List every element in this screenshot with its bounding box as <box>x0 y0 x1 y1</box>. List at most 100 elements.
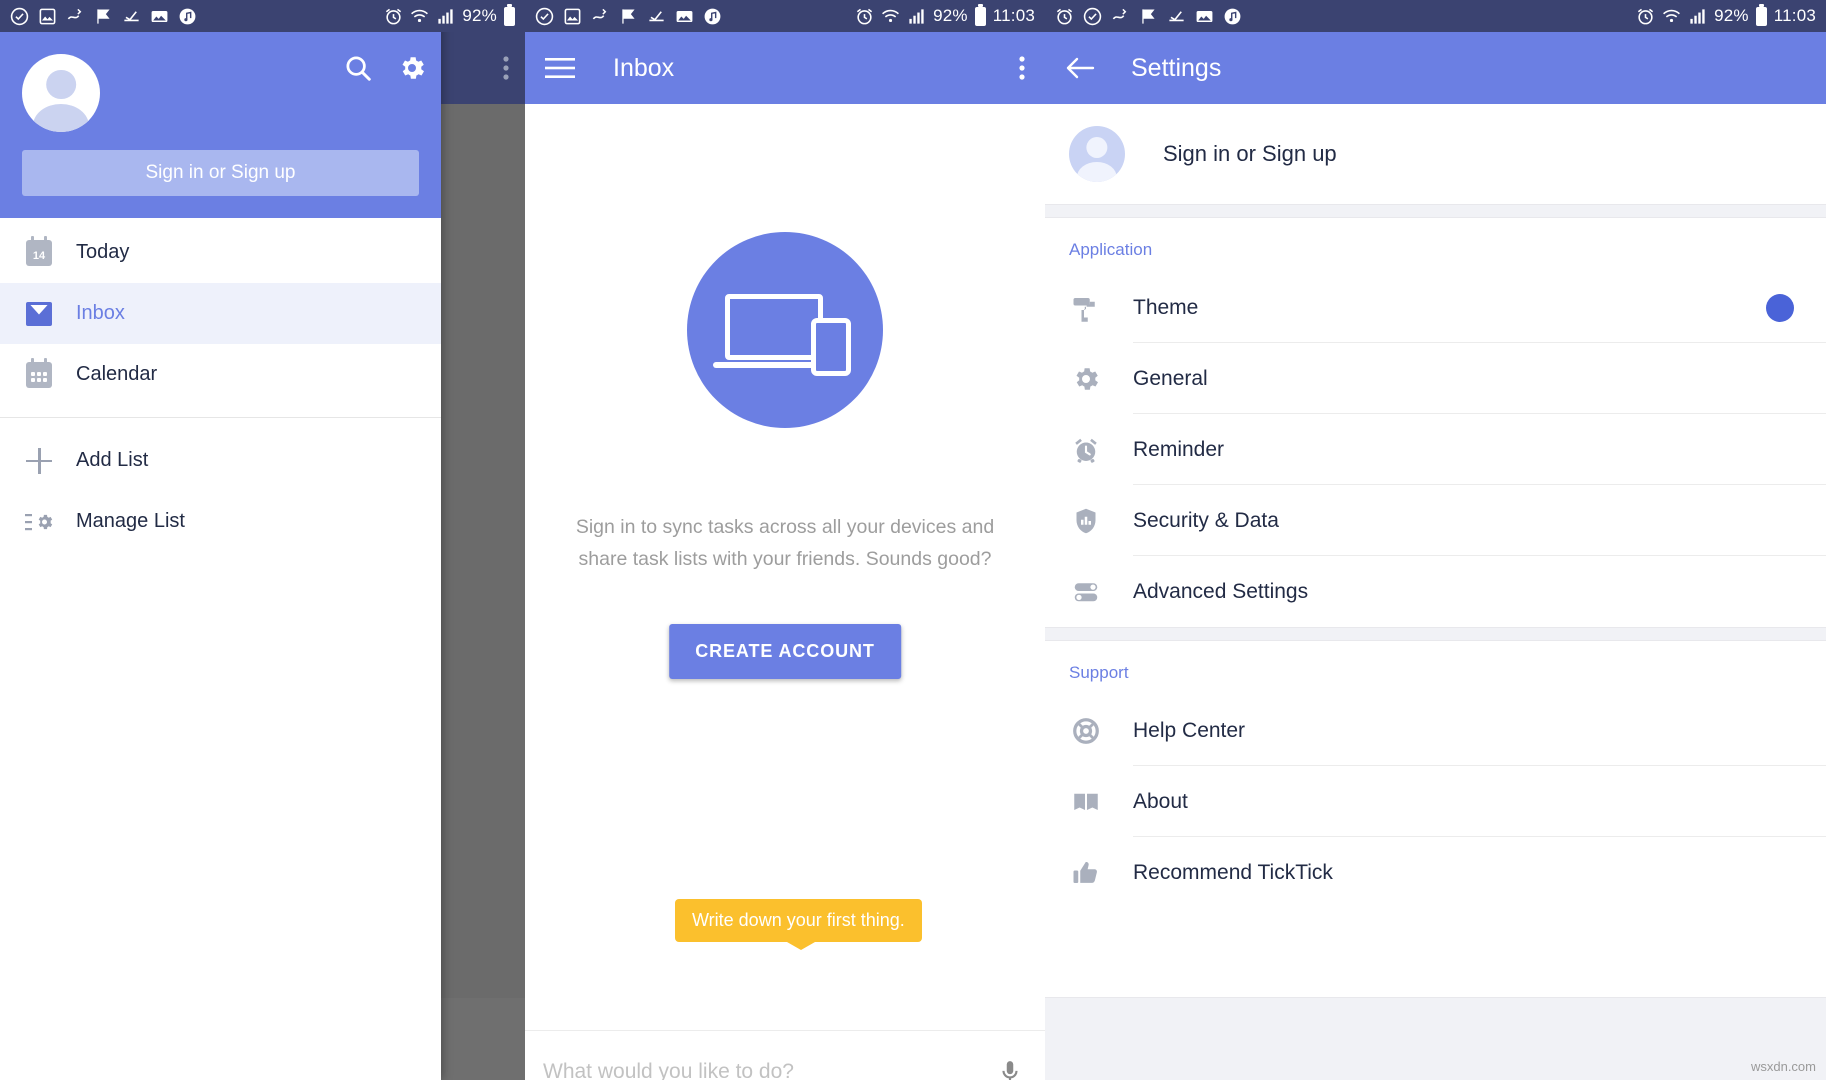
tick-circle-icon <box>535 7 554 25</box>
sidebar-item-label: Add List <box>76 449 149 471</box>
panel-settings: 92% 11:03 Settings Sign in or Sign up Ap… <box>1045 0 1826 1080</box>
status-bar-system-icons: 92% 11:03 <box>1636 3 1816 26</box>
panel-navigation-drawer: re task 92 <box>0 0 525 1080</box>
flag-icon <box>97 8 110 24</box>
sidebar-item-label: Inbox <box>76 302 125 324</box>
settings-item-help-center[interactable]: Help Center <box>1045 695 1826 766</box>
settings-item-label: Recommend TickTick <box>1133 860 1333 884</box>
toggles-icon <box>1069 575 1103 609</box>
settings-item-label: Theme <box>1133 295 1199 319</box>
section-title-application: Application <box>1069 240 1153 259</box>
avatar <box>1069 126 1125 182</box>
inbox-empty-state: Sign in to sync tasks across all your de… <box>525 104 1045 1080</box>
sidebar-item-manage-list[interactable]: Manage List <box>0 491 441 552</box>
book-icon <box>1069 785 1103 819</box>
calendar-icon <box>24 357 54 390</box>
settings-item-label: Security & Data <box>1133 508 1279 532</box>
three-panel-screenshot: re task 92 <box>0 0 1826 1080</box>
section-gap <box>1045 204 1826 218</box>
lifebuoy-icon <box>1069 714 1103 748</box>
devices-sync-icon <box>687 232 883 428</box>
sync-icon <box>592 8 607 19</box>
battery-percent: 92% <box>1714 6 1749 25</box>
status-bar-system-icons: 92% 11:03 <box>855 3 1035 26</box>
sidebar-item-label: Today <box>76 241 130 263</box>
gear-icon <box>402 57 424 79</box>
more-vert-icon <box>1019 56 1025 80</box>
alarm-icon <box>856 8 873 24</box>
settings-profile-row[interactable]: Sign in or Sign up <box>1045 104 1826 204</box>
flag-icon <box>622 8 635 24</box>
settings-item-recommend-ticktick[interactable]: Recommend TickTick <box>1045 837 1826 908</box>
arrow-left-icon <box>1066 57 1095 79</box>
alarm-icon <box>1637 8 1654 24</box>
settings-item-about[interactable]: About <box>1045 766 1826 837</box>
sidebar-item-label: Calendar <box>76 363 158 385</box>
check-icon <box>124 10 139 21</box>
profile-sign-in-label: Sign in or Sign up <box>1163 141 1337 166</box>
hamburger-icon <box>545 58 575 78</box>
inbox-icon <box>24 299 54 329</box>
create-account-button[interactable]: CREATE ACCOUNT <box>669 624 901 679</box>
settings-app-bar: Settings <box>1045 32 1826 104</box>
drawer-divider <box>0 417 441 418</box>
quick-add-placeholder: What would you like to do? <box>543 1059 794 1080</box>
avatar[interactable] <box>22 54 100 132</box>
settings-item-theme[interactable]: Theme <box>1045 272 1826 343</box>
quick-add-task-bar[interactable]: What would you like to do? <box>525 1030 1045 1080</box>
battery-percent: 92% <box>462 6 497 25</box>
search-button[interactable] <box>343 53 373 83</box>
panel-inbox: 92% 11:03 Inbox Sign in to sync tasks ac… <box>525 0 1045 1080</box>
sidebar-item-add-list[interactable]: Add List <box>0 430 441 491</box>
settings-item-reminder[interactable]: Reminder <box>1045 414 1826 485</box>
theme-color-swatch[interactable] <box>1766 293 1794 322</box>
page-title: Settings <box>1131 53 1222 82</box>
sidebar-item-calendar[interactable]: Calendar <box>0 344 441 405</box>
image-icon <box>1196 10 1213 22</box>
flag-icon <box>1142 8 1155 24</box>
status-bar-panel1: 92% <box>0 0 525 32</box>
settings-item-general[interactable]: General <box>1045 343 1826 414</box>
overflow-menu-button[interactable] <box>1019 55 1025 81</box>
photo-icon <box>564 8 581 24</box>
search-icon <box>346 56 371 81</box>
thumb-up-icon <box>1069 856 1103 890</box>
drawer-sign-in-button[interactable]: Sign in or Sign up <box>22 150 419 196</box>
sidebar-item-inbox[interactable]: Inbox <box>0 283 441 344</box>
sidebar-item-today[interactable]: 14 Today <box>0 222 441 283</box>
microphone-icon[interactable] <box>997 1055 1023 1080</box>
settings-item-security-data[interactable]: Security & Data <box>1045 485 1826 556</box>
image-icon <box>676 10 693 22</box>
alarm-clock-icon <box>1069 433 1103 467</box>
paint-roller-icon <box>1069 291 1103 325</box>
signal-icon <box>1690 8 1705 24</box>
music-note-icon <box>1224 8 1241 24</box>
status-bar-panel2: 92% 11:03 <box>525 0 1045 32</box>
music-note-icon <box>179 8 196 24</box>
gear-icon <box>1069 362 1103 396</box>
empty-state-message: Sign in to sync tasks across all your de… <box>575 516 995 570</box>
clock-time: 11:03 <box>992 6 1035 25</box>
signal-icon <box>438 8 453 24</box>
wifi-icon <box>411 9 429 22</box>
inbox-app-bar: Inbox <box>525 32 1045 104</box>
battery-icon <box>1755 3 1767 26</box>
back-button[interactable] <box>1065 55 1095 81</box>
more-vert-icon <box>503 56 509 80</box>
sync-icon <box>1112 8 1127 19</box>
tick-circle-icon <box>1083 7 1102 25</box>
watermark: wsxdn.com <box>1750 1059 1816 1074</box>
wifi-icon <box>1663 9 1681 22</box>
sidebar-item-label: Manage List <box>76 510 185 532</box>
status-bar-notification-icons <box>10 7 197 26</box>
settings-button[interactable] <box>397 53 427 83</box>
overflow-menu-button-panel1[interactable] <box>503 32 509 104</box>
settings-item-advanced-settings[interactable]: Advanced Settings <box>1045 556 1826 627</box>
alarm-icon <box>386 8 402 24</box>
status-bar-system-icons: 92% <box>384 3 515 26</box>
menu-button[interactable] <box>545 57 575 79</box>
drawer-item-list: 14 Today Inbox Calendar Add List Manage … <box>0 218 441 552</box>
manage-list-icon <box>24 507 54 537</box>
sync-icon <box>67 8 82 19</box>
photo-icon <box>39 8 56 24</box>
